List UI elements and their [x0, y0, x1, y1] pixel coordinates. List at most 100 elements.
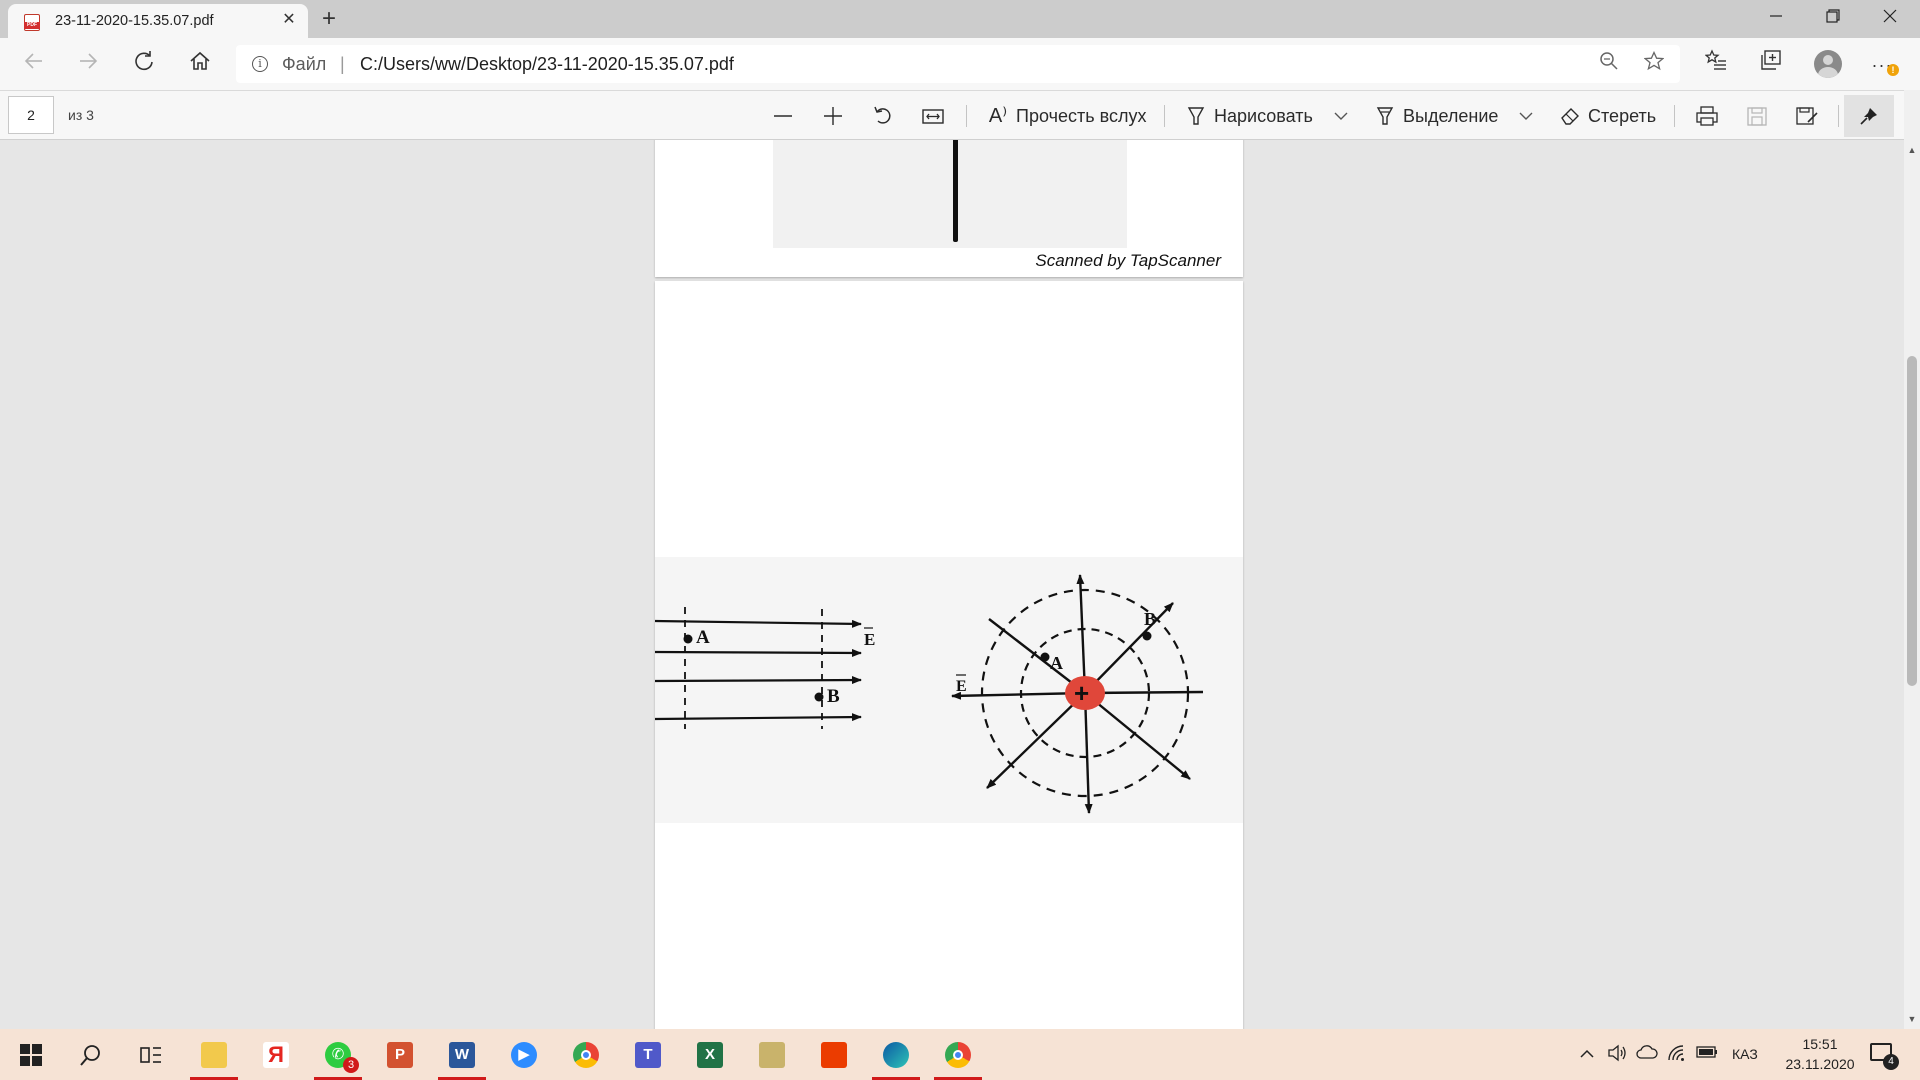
- action-center-button[interactable]: 4: [1868, 1040, 1899, 1070]
- page-number-input[interactable]: 2: [8, 96, 54, 134]
- pdf-page-1: Scanned by TapScanner: [655, 140, 1243, 277]
- task-view-button[interactable]: [124, 1029, 178, 1080]
- taskbar-excel[interactable]: X: [683, 1029, 737, 1080]
- edge-icon: [883, 1042, 909, 1068]
- keyboard-language-indicator[interactable]: КАЗ: [1732, 1046, 1758, 1062]
- fit-width-icon: [922, 109, 944, 124]
- tab-close-icon[interactable]: ✕: [280, 11, 298, 29]
- refresh-button[interactable]: [128, 49, 160, 81]
- erase-button[interactable]: Стереть: [1557, 100, 1656, 132]
- field-lines-diagram: A B E A B E +: [654, 574, 1204, 814]
- scanned-image-fragment: [773, 140, 1127, 248]
- fit-page-button[interactable]: [920, 100, 946, 132]
- minimize-icon: [1770, 15, 1782, 17]
- scrollbar-thumb[interactable]: [1907, 356, 1917, 686]
- chrome-icon: [573, 1042, 599, 1068]
- minimize-button[interactable]: [1748, 0, 1804, 38]
- pdf-file-icon: PDF: [24, 14, 40, 31]
- charge-point-a-label: A: [1050, 653, 1063, 673]
- url-separator: |: [340, 54, 345, 74]
- close-window-button[interactable]: [1862, 0, 1918, 38]
- url-scheme-label: Файл: [282, 54, 327, 74]
- url-text[interactable]: C:/Users/ww/Desktop/23-11-2020-15.35.07.…: [360, 54, 734, 75]
- pdf-viewer-area[interactable]: Scanned by TapScanner A B E A B E +: [0, 140, 1904, 1029]
- forward-arrow-icon: [80, 53, 98, 69]
- volume-icon[interactable]: [1606, 1044, 1628, 1066]
- wifi-icon[interactable]: [1666, 1044, 1688, 1066]
- print-icon: [1696, 106, 1718, 126]
- folder-icon: [201, 1042, 227, 1068]
- zoom-magnifier-icon[interactable]: [1596, 51, 1622, 77]
- taskbar-chrome[interactable]: [559, 1029, 613, 1080]
- draw-options-chevron-down-icon[interactable]: [1330, 100, 1352, 132]
- rotate-button[interactable]: [870, 100, 896, 132]
- highlight-options-chevron-down-icon[interactable]: [1515, 100, 1537, 132]
- forward-button[interactable]: [72, 49, 104, 81]
- address-toolbar: i Файл | C:/Users/ww/Desktop/23-11-2020-…: [0, 38, 1920, 90]
- taskbar-chrome-profile[interactable]: [931, 1029, 985, 1080]
- tray-overflow-chevron-up-icon[interactable]: [1576, 1044, 1598, 1066]
- home-button[interactable]: [184, 49, 216, 81]
- taskbar-word[interactable]: W: [435, 1029, 489, 1080]
- zoom-out-button[interactable]: [770, 100, 796, 132]
- point-a-label: A: [696, 627, 710, 648]
- taskbar-powerpoint[interactable]: P: [373, 1029, 427, 1080]
- vertical-scrollbar[interactable]: ▲ ▼: [1904, 90, 1920, 1029]
- scroll-up-arrow-icon[interactable]: ▲: [1904, 142, 1920, 158]
- read-aloud-icon: A⁾: [988, 105, 1008, 127]
- highlight-button[interactable]: Выделение: [1372, 100, 1498, 132]
- minus-icon: [774, 115, 792, 117]
- zoom-camera-icon: ▶: [511, 1042, 537, 1068]
- new-tab-button[interactable]: +: [316, 6, 342, 32]
- site-info-icon[interactable]: i: [252, 56, 268, 72]
- save-as-icon: [1796, 107, 1818, 125]
- collections-icon[interactable]: [1755, 49, 1787, 81]
- pdf-page-2: A B E A B E +: [654, 281, 1243, 1029]
- taskbar-teams[interactable]: T: [621, 1029, 675, 1080]
- taskbar-edge[interactable]: [869, 1029, 923, 1080]
- battery-icon[interactable]: [1696, 1044, 1718, 1066]
- point-b-label: B: [827, 686, 840, 707]
- search-button[interactable]: [64, 1029, 118, 1080]
- taskbar-zoom[interactable]: ▶: [497, 1029, 551, 1080]
- save-as-button[interactable]: [1794, 100, 1820, 132]
- toolbar-divider: [1164, 105, 1165, 127]
- favorites-icon[interactable]: [1700, 49, 1732, 81]
- back-arrow-icon: [24, 53, 42, 69]
- start-button[interactable]: [4, 1029, 58, 1080]
- taskbar-file-explorer[interactable]: [187, 1029, 241, 1080]
- browser-tab[interactable]: PDF 23-11-2020-15.35.07.pdf ✕: [8, 4, 308, 38]
- eraser-icon: [1557, 100, 1583, 136]
- favorite-star-icon[interactable]: [1641, 50, 1667, 77]
- task-view-icon: [140, 1047, 161, 1063]
- save-button[interactable]: [1744, 100, 1770, 132]
- search-icon: [80, 1045, 100, 1066]
- scroll-down-arrow-icon[interactable]: ▼: [1904, 1011, 1920, 1027]
- home-icon: [190, 51, 210, 70]
- zoom-in-button[interactable]: [820, 100, 846, 132]
- refresh-icon: [135, 51, 153, 71]
- taskbar-archive[interactable]: [745, 1029, 799, 1080]
- clock-time[interactable]: 15:51: [1790, 1036, 1850, 1052]
- taskbar-yandex-browser[interactable]: Я: [249, 1029, 303, 1080]
- taskbar-whatsapp[interactable]: ✆ 3: [311, 1029, 365, 1080]
- taskbar-office[interactable]: [807, 1029, 861, 1080]
- charge-point-b-label: B: [1144, 609, 1156, 629]
- notification-count-badge: 4: [1883, 1054, 1899, 1070]
- profile-avatar[interactable]: [1814, 50, 1842, 78]
- radial-field-e-label: E: [956, 678, 967, 695]
- back-button[interactable]: [18, 49, 50, 81]
- address-bar[interactable]: i Файл | C:/Users/ww/Desktop/23-11-2020-…: [236, 45, 1680, 83]
- scanner-footer-text: Scanned by TapScanner: [1035, 251, 1221, 270]
- onedrive-cloud-icon[interactable]: [1636, 1044, 1658, 1066]
- print-button[interactable]: [1694, 100, 1720, 132]
- close-icon: [1883, 9, 1897, 23]
- pin-toolbar-button[interactable]: [1844, 95, 1894, 137]
- clock-date[interactable]: 23.11.2020: [1772, 1056, 1868, 1072]
- update-alert-badge: !: [1887, 64, 1899, 76]
- toolbar-divider: [1674, 105, 1675, 127]
- restore-button[interactable]: [1805, 0, 1861, 38]
- word-icon: W: [449, 1042, 475, 1068]
- read-aloud-button[interactable]: A⁾ Прочесть вслух: [985, 100, 1147, 132]
- draw-button[interactable]: Нарисовать: [1183, 100, 1313, 132]
